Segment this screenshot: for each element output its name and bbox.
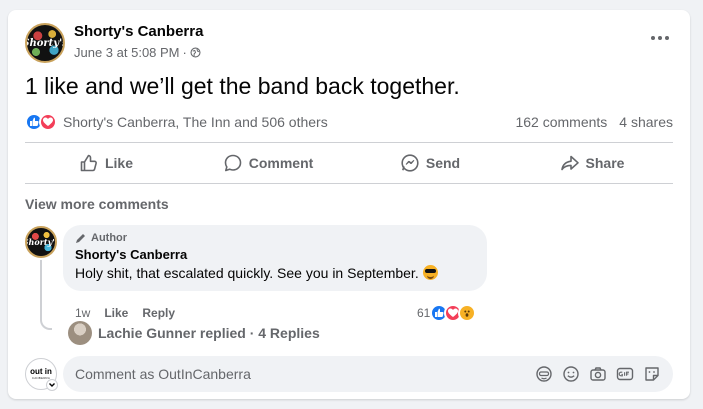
more-icon bbox=[651, 36, 669, 40]
comment-author-avatar[interactable]: Shorty's bbox=[25, 226, 57, 258]
comment-author-name[interactable]: Shorty's Canberra bbox=[75, 247, 475, 262]
comment-button[interactable]: Comment bbox=[187, 145, 349, 181]
divider-top bbox=[25, 142, 673, 143]
comment-time[interactable]: 1w bbox=[75, 306, 90, 320]
replier-avatar bbox=[68, 321, 92, 345]
sticker-icon[interactable] bbox=[643, 365, 661, 383]
love-reaction-icon[interactable] bbox=[39, 113, 57, 131]
like-button[interactable]: Like bbox=[25, 145, 187, 181]
reactions-summary[interactable]: Shorty's Canberra, The Inn and 506 other… bbox=[63, 114, 328, 130]
wow-reaction-icon bbox=[458, 304, 477, 322]
page-name-link[interactable]: Shorty's Canberra bbox=[74, 23, 203, 40]
engagement-counts: 162 comments 4 shares bbox=[515, 114, 673, 130]
avatar-text: Shorty's bbox=[27, 237, 55, 247]
profile-switch-button[interactable] bbox=[46, 379, 58, 391]
send-button[interactable]: Send bbox=[349, 145, 511, 181]
post-card: Shorty's Shorty's Canberra June 3 at 5:0… bbox=[8, 10, 690, 399]
comment-actions: 1w Like Reply bbox=[75, 306, 175, 320]
comment-label: Comment bbox=[248, 155, 314, 171]
emoji-icon[interactable] bbox=[562, 365, 580, 383]
author-badge: Author bbox=[75, 232, 475, 244]
comment-text: Holy shit, that escalated quickly. See y… bbox=[75, 265, 475, 281]
avatar-text: Shorty's bbox=[27, 37, 63, 49]
comment-input[interactable] bbox=[75, 366, 535, 382]
comment-reactions[interactable]: 61 bbox=[417, 304, 477, 322]
send-label: Send bbox=[425, 155, 461, 171]
shares-count[interactable]: 4 shares bbox=[619, 114, 673, 130]
more-options-button[interactable] bbox=[646, 28, 674, 48]
comment-icon bbox=[224, 154, 242, 172]
camera-icon[interactable] bbox=[589, 365, 607, 383]
post-actions: Like Comment Send Share bbox=[25, 145, 673, 181]
page-avatar[interactable]: Shorty's bbox=[25, 23, 65, 63]
divider-bottom bbox=[25, 183, 673, 184]
share-label: Share bbox=[585, 155, 625, 171]
like-label: Like bbox=[104, 155, 133, 171]
avatar-logo-text: out in bbox=[30, 367, 52, 376]
gif-icon[interactable] bbox=[616, 365, 634, 383]
send-icon bbox=[401, 154, 419, 172]
comment-reply-button[interactable]: Reply bbox=[142, 306, 175, 320]
meta-separator: · bbox=[182, 45, 187, 60]
view-replies-link[interactable]: Lachie Gunner replied · 4 Replies bbox=[68, 321, 320, 345]
comments-count[interactable]: 162 comments bbox=[515, 114, 607, 130]
comment-like-button[interactable]: Like bbox=[104, 306, 128, 320]
comment-text-body: Holy shit, that escalated quickly. See y… bbox=[75, 265, 419, 281]
globe-icon bbox=[190, 47, 201, 58]
avatar-sticker-icon[interactable] bbox=[535, 365, 553, 383]
post-text: 1 like and we’ll get the band back toget… bbox=[25, 73, 460, 99]
replies-text: Lachie Gunner replied · 4 Replies bbox=[98, 325, 320, 341]
post-date[interactable]: June 3 at 5:08 PM bbox=[74, 45, 180, 60]
composer-icons bbox=[535, 365, 661, 383]
comment-composer bbox=[63, 356, 673, 392]
like-icon bbox=[80, 154, 97, 172]
sunglasses-emoji-icon bbox=[422, 265, 438, 280]
pencil-icon bbox=[76, 234, 85, 243]
share-button[interactable]: Share bbox=[511, 145, 673, 181]
view-more-comments-link[interactable]: View more comments bbox=[25, 196, 169, 212]
reactions-row: Shorty's Canberra, The Inn and 506 other… bbox=[25, 111, 673, 133]
author-badge-label: Author bbox=[91, 232, 128, 244]
share-icon bbox=[560, 155, 579, 171]
post-meta: June 3 at 5:08 PM · bbox=[74, 45, 201, 60]
comment-bubble: Author Shorty's Canberra Holy shit, that… bbox=[63, 225, 487, 291]
comment-reaction-count: 61 bbox=[417, 306, 431, 320]
chevron-down-icon bbox=[49, 383, 55, 387]
thread-line bbox=[40, 260, 52, 330]
